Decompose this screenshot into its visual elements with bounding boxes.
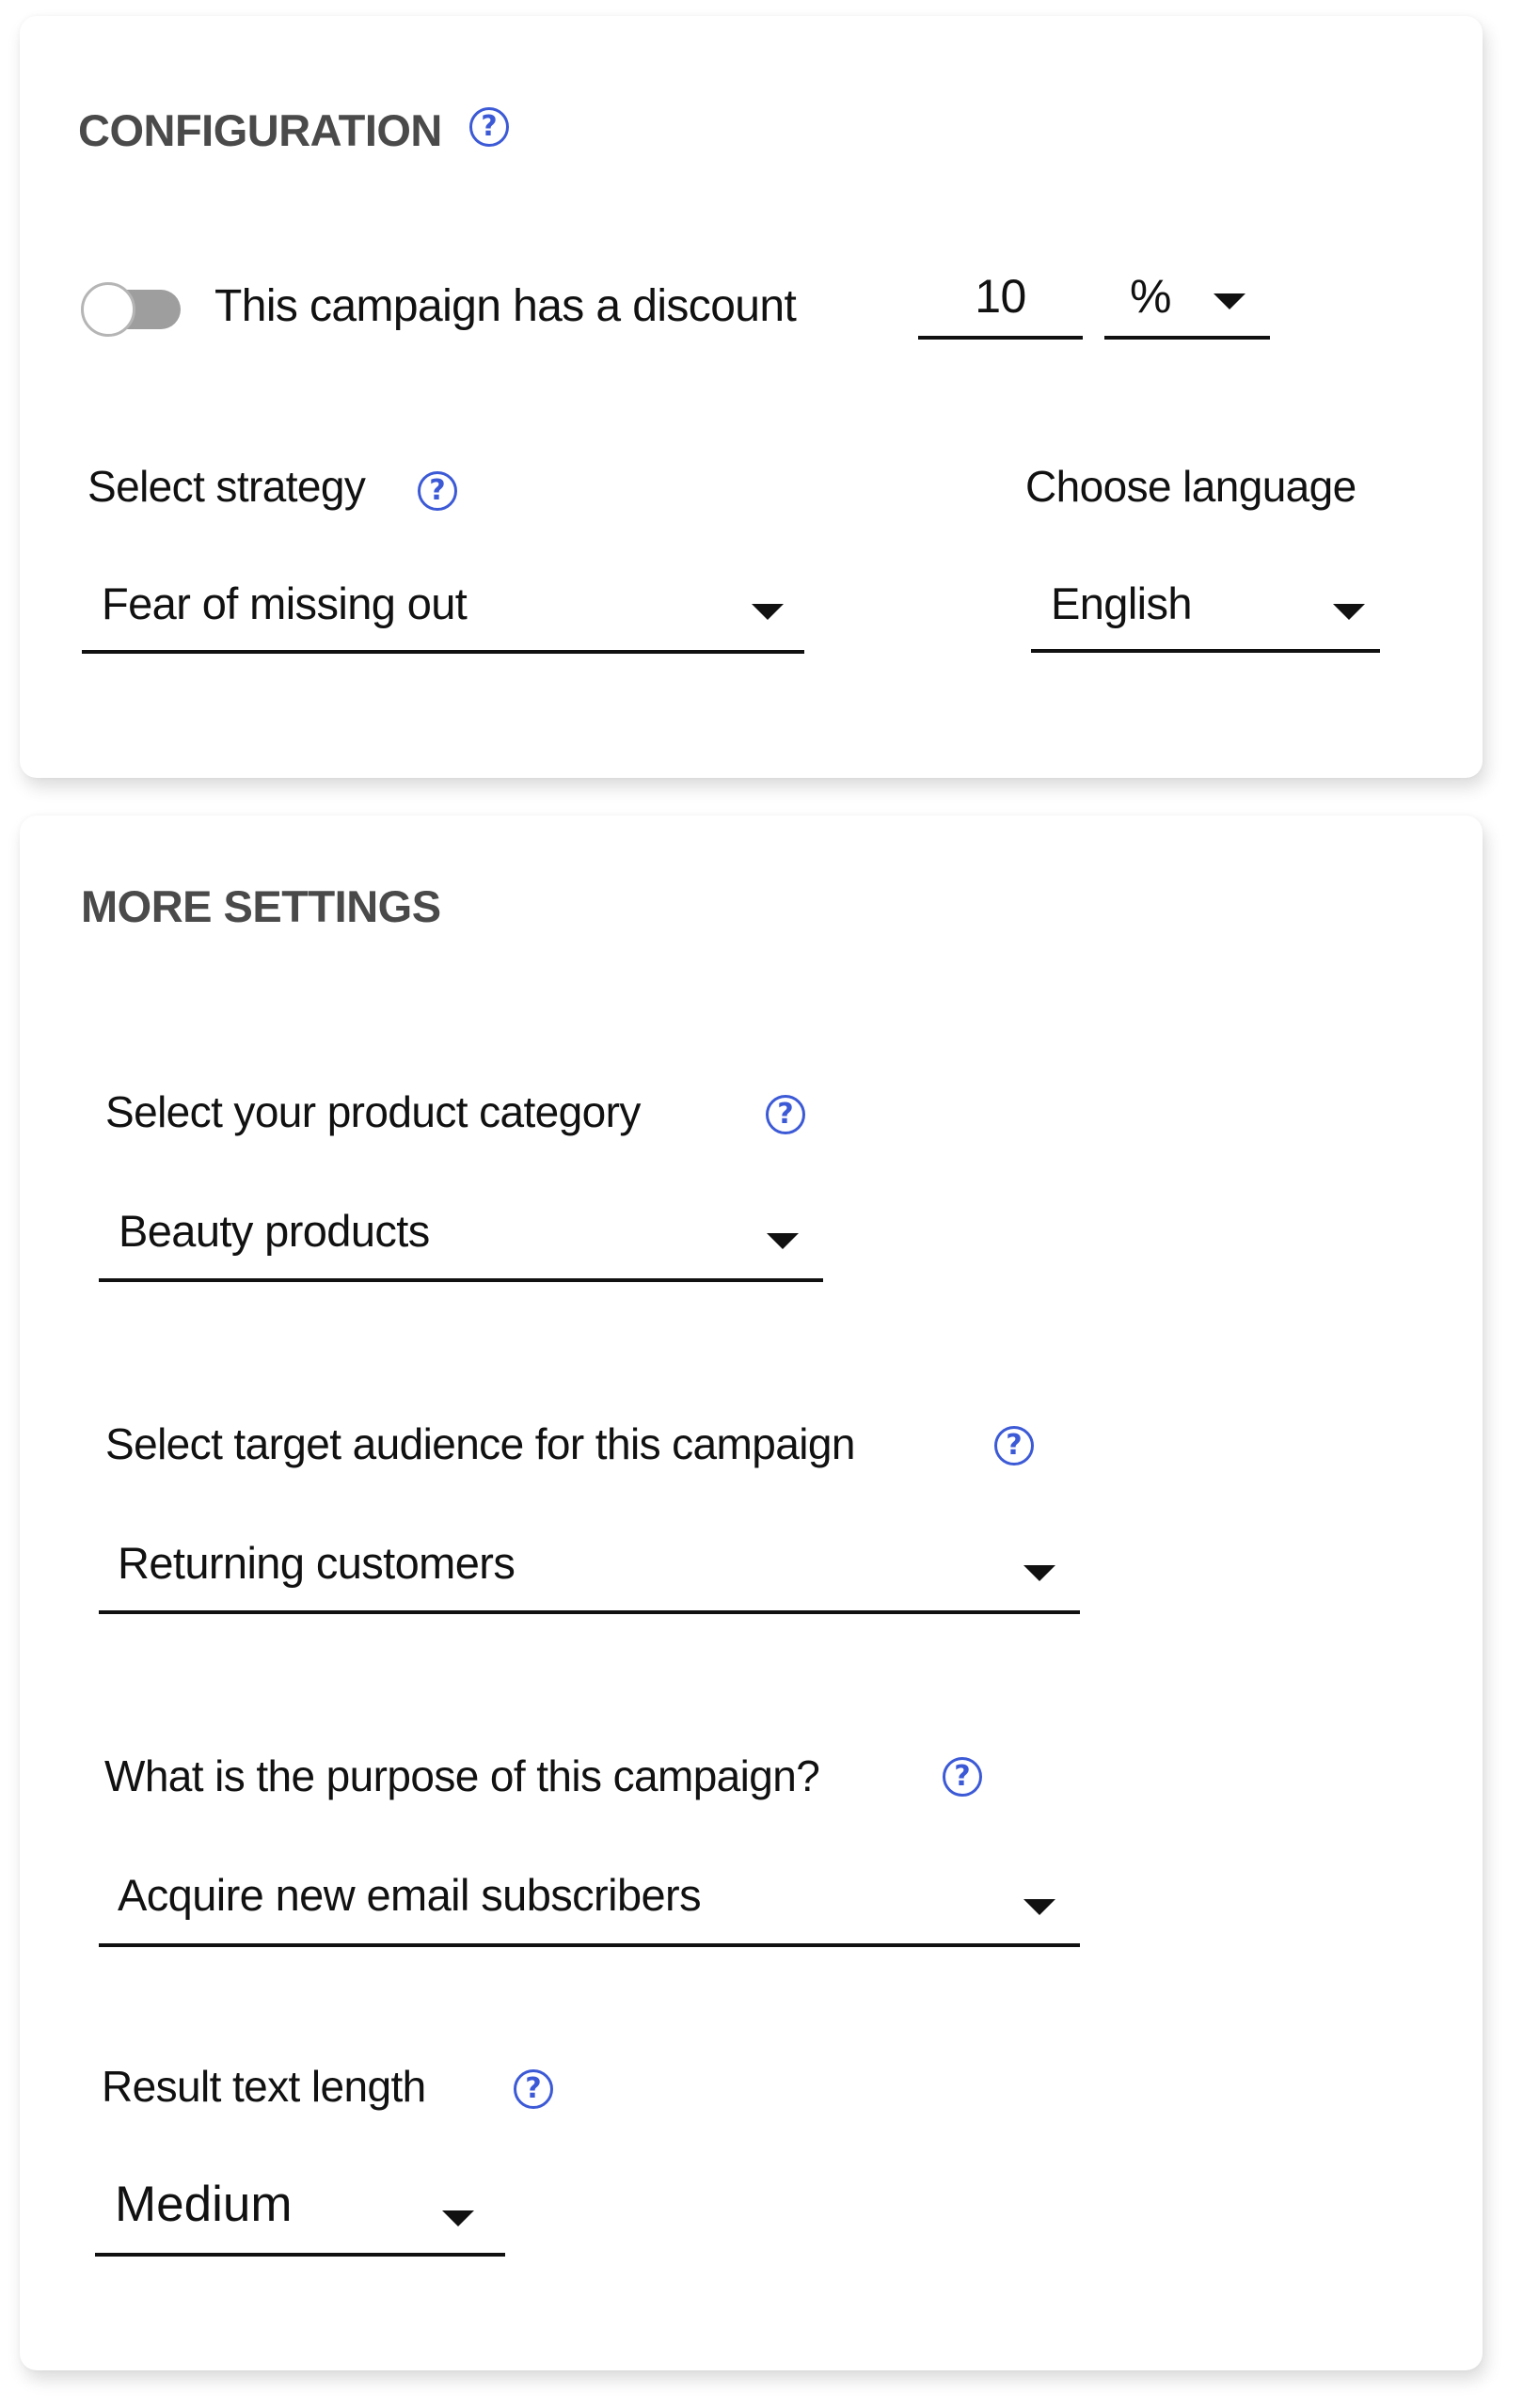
chevron-down-icon [1333, 604, 1365, 620]
language-select[interactable]: English [1031, 564, 1380, 653]
discount-unit-select[interactable]: % [1104, 263, 1270, 340]
target-audience-label: Select target audience for this campaign [105, 1419, 855, 1468]
chevron-down-icon [1214, 293, 1245, 309]
target-audience-select[interactable]: Returning customers [99, 1523, 1080, 1614]
chevron-down-icon [442, 2210, 474, 2226]
target-audience-value: Returning customers [118, 1538, 516, 1588]
configuration-help-icon[interactable]: ? [469, 107, 509, 147]
discount-amount-value: 10 [975, 270, 1026, 323]
strategy-label: Select strategy [87, 462, 366, 511]
language-value: English [1051, 578, 1193, 628]
discount-toggle-label: This campaign has a discount [214, 281, 797, 331]
purpose-value: Acquire new email subscribers [118, 1870, 702, 1920]
discount-amount-input[interactable]: 10 [918, 263, 1083, 340]
text-length-value: Medium [115, 2177, 293, 2232]
purpose-help-icon[interactable]: ? [943, 1757, 982, 1797]
chevron-down-icon [1023, 1899, 1055, 1915]
strategy-select[interactable]: Fear of missing out [82, 564, 804, 654]
text-length-select[interactable]: Medium [95, 2163, 505, 2257]
strategy-value: Fear of missing out [102, 578, 468, 628]
product-category-label: Select your product category [105, 1087, 641, 1136]
language-label: Choose language [1025, 462, 1356, 511]
chevron-down-icon [767, 1233, 799, 1249]
text-length-help-icon[interactable]: ? [514, 2069, 553, 2109]
chevron-down-icon [752, 604, 784, 620]
text-length-label: Result text length [102, 2062, 426, 2111]
strategy-help-icon[interactable]: ? [418, 471, 457, 511]
product-category-value: Beauty products [119, 1206, 430, 1256]
more-settings-title: MORE SETTINGS [81, 881, 441, 931]
configuration-title: CONFIGURATION [78, 105, 442, 155]
chevron-down-icon [1023, 1565, 1055, 1581]
toggle-knob [81, 282, 135, 337]
discount-unit-value: % [1130, 270, 1171, 323]
product-category-select[interactable]: Beauty products [99, 1191, 823, 1282]
discount-toggle[interactable] [81, 282, 184, 337]
purpose-label: What is the purpose of this campaign? [104, 1751, 820, 1800]
product-category-help-icon[interactable]: ? [766, 1095, 805, 1134]
purpose-select[interactable]: Acquire new email subscribers [99, 1855, 1080, 1947]
target-audience-help-icon[interactable]: ? [994, 1426, 1034, 1465]
